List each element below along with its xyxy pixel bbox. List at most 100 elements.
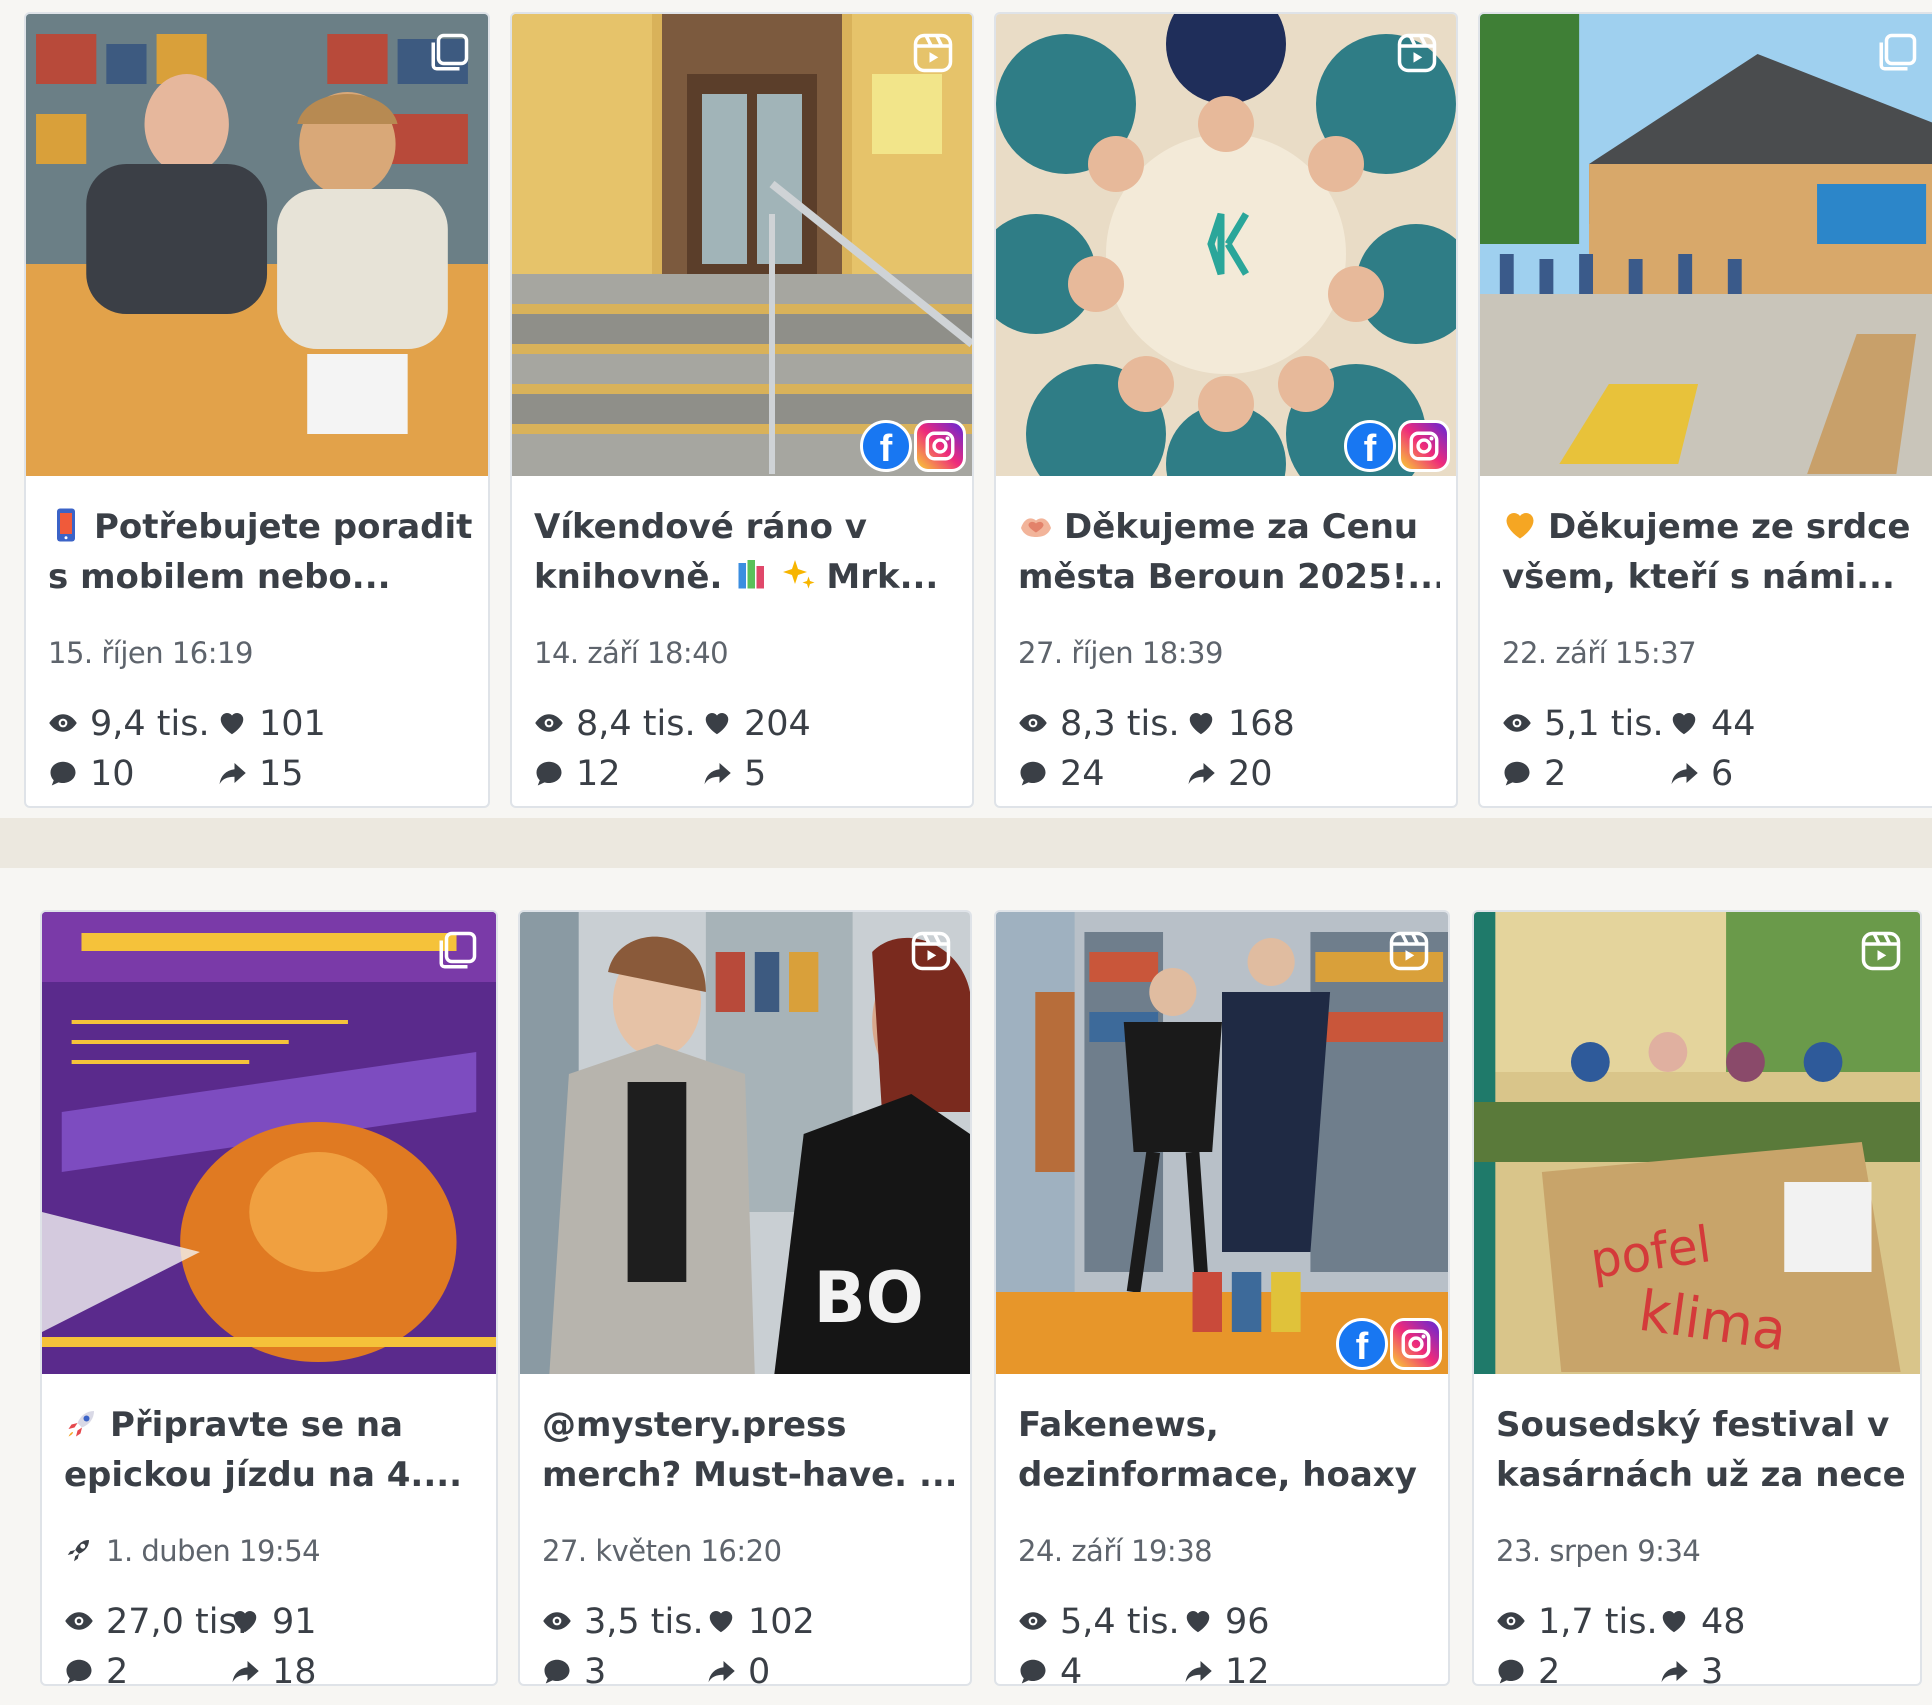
reel-icon bbox=[1396, 32, 1438, 74]
stat-shares-value: 3 bbox=[1701, 1652, 1724, 1686]
stat-likes-value: 101 bbox=[259, 704, 326, 744]
stat-comments-value: 10 bbox=[90, 754, 135, 794]
post-card[interactable]: Potřebujete poradit s mobilem nebo... 15. … bbox=[24, 12, 490, 808]
comment-icon bbox=[534, 754, 576, 794]
stat-likes-value: 48 bbox=[1701, 1602, 1746, 1642]
post-thumbnail[interactable] bbox=[26, 14, 488, 476]
stat-shares: 12 bbox=[1183, 1652, 1270, 1684]
post-date: 23. srpen 9:34 bbox=[1496, 1534, 1701, 1568]
caption-line: Připravte se na bbox=[64, 1400, 480, 1450]
stat-shares: 20 bbox=[1186, 754, 1273, 794]
post-caption[interactable]: Připravte se na epickou jízdu na 4.... bbox=[64, 1400, 480, 1500]
caption-line: všem, kteří s námi... bbox=[1502, 552, 1920, 602]
post-card[interactable]: Děkujeme ze srdce všem, kteří s námi... 22… bbox=[1478, 12, 1932, 808]
stat-views-value: 9,4 tis. bbox=[90, 704, 210, 744]
caption-line: Děkujeme za Cenu bbox=[1018, 502, 1440, 552]
caption-line: kasárnách už za necel... bbox=[1496, 1450, 1904, 1500]
posts-panel-top: Potřebujete poradit s mobilem nebo... 15. … bbox=[0, 0, 1932, 818]
stat-likes: 91 bbox=[230, 1602, 317, 1642]
stat-likes-value: 91 bbox=[272, 1602, 317, 1642]
facebook-icon: f bbox=[860, 420, 912, 472]
post-card[interactable]: Připravte se na epickou jízdu na 4.... 1. … bbox=[40, 910, 498, 1686]
caption-text: Mrk... bbox=[826, 557, 939, 597]
caption-text: epickou jízdu na 4.... bbox=[64, 1455, 463, 1495]
post-thumbnail[interactable]: BO bbox=[520, 912, 970, 1374]
caption-line: dezinformace, hoaxy ... bbox=[1018, 1450, 1432, 1500]
post-card[interactable]: f Fakenews, dezinformace, hoaxy ... 24. zář… bbox=[994, 910, 1450, 1686]
post-thumbnail[interactable]: f bbox=[512, 14, 972, 476]
caption-line: Sousedský festival v bbox=[1496, 1400, 1904, 1450]
post-thumbnail[interactable] bbox=[42, 912, 496, 1374]
caption-line: merch? Must-have. ... bbox=[542, 1450, 954, 1500]
svg-text:BO: BO bbox=[813, 1258, 923, 1339]
post-caption[interactable]: Fakenews, dezinformace, hoaxy ... bbox=[1018, 1400, 1432, 1500]
stat-comments: 2 bbox=[64, 1652, 128, 1684]
heart-icon bbox=[217, 704, 259, 744]
share-icon bbox=[230, 1652, 272, 1684]
caption-text: dezinformace, hoaxy ... bbox=[1018, 1455, 1432, 1495]
post-caption[interactable]: Sousedský festival v kasárnách už za nece… bbox=[1496, 1400, 1904, 1500]
post-thumbnail[interactable]: f bbox=[996, 14, 1456, 476]
heart-icon bbox=[1659, 1602, 1701, 1642]
post-date-text: 22. září 15:37 bbox=[1502, 636, 1697, 670]
stat-likes-value: 44 bbox=[1711, 704, 1756, 744]
post-date: 1. duben 19:54 bbox=[64, 1534, 321, 1568]
stat-comments-value: 24 bbox=[1060, 754, 1105, 794]
stat-comments: 24 bbox=[1018, 754, 1105, 794]
post-date: 14. září 18:40 bbox=[534, 636, 729, 670]
caption-line: města Beroun 2025!... bbox=[1018, 552, 1440, 602]
stat-shares-value: 15 bbox=[259, 754, 304, 794]
stat-views-value: 27,0 tis. bbox=[106, 1602, 248, 1642]
caption-line: s mobilem nebo... bbox=[48, 552, 472, 602]
post-caption[interactable]: Víkendové ráno v knihovně. Mrk... bbox=[534, 502, 956, 602]
posts-grid: Připravte se na epickou jízdu na 4.... 1. … bbox=[0, 868, 1932, 1705]
platform-badges: f bbox=[1336, 1318, 1442, 1370]
instagram-icon bbox=[914, 420, 966, 472]
post-card[interactable]: pofel klima Sousedský festival v kasárnách … bbox=[1472, 910, 1922, 1686]
post-card[interactable]: f Víkendové ráno v knihovně. Mrk... 14. září… bbox=[510, 12, 974, 808]
heart-icon bbox=[706, 1602, 748, 1642]
stat-likes: 48 bbox=[1659, 1602, 1746, 1642]
caption-text: Sousedský festival v bbox=[1496, 1405, 1890, 1445]
stat-views: 8,4 tis. bbox=[534, 704, 696, 744]
heart-icon bbox=[1183, 1602, 1225, 1642]
heart-icon bbox=[1186, 704, 1228, 744]
post-caption[interactable]: Děkujeme ze srdce všem, kteří s námi... bbox=[1502, 502, 1920, 602]
stat-shares-value: 18 bbox=[272, 1652, 317, 1686]
share-icon bbox=[706, 1652, 748, 1684]
stat-views: 27,0 tis. bbox=[64, 1602, 248, 1642]
post-card[interactable]: f Děkujeme za Cenu města Beroun 2025!... 27… bbox=[994, 12, 1458, 808]
stat-views-value: 1,7 tis. bbox=[1538, 1602, 1658, 1642]
caption-text: Děkujeme ze srdce bbox=[1548, 507, 1911, 547]
stat-likes-value: 168 bbox=[1228, 704, 1295, 744]
post-card[interactable]: BO @mystery.press merch? Must-have. ... 27.… bbox=[518, 910, 972, 1686]
stat-views-value: 5,1 tis. bbox=[1544, 704, 1664, 744]
eye-icon bbox=[542, 1602, 584, 1642]
post-date-text: 1. duben 19:54 bbox=[106, 1534, 321, 1568]
caption-line: knihovně. Mrk... bbox=[534, 552, 956, 602]
eye-icon bbox=[64, 1602, 106, 1642]
stat-shares: 18 bbox=[230, 1652, 317, 1686]
stat-likes: 168 bbox=[1186, 704, 1295, 744]
heart-hands-emoji bbox=[1018, 507, 1054, 543]
eye-icon bbox=[1018, 1602, 1060, 1642]
post-caption[interactable]: @mystery.press merch? Must-have. ... bbox=[542, 1400, 954, 1500]
post-caption[interactable]: Potřebujete poradit s mobilem nebo... bbox=[48, 502, 472, 602]
eye-icon bbox=[1496, 1602, 1538, 1642]
rocket-icon bbox=[64, 1535, 94, 1565]
stat-comments: 4 bbox=[1018, 1652, 1082, 1684]
mobile-phone-emoji bbox=[48, 507, 84, 543]
carousel-icon bbox=[428, 32, 470, 74]
post-thumbnail[interactable]: pofel klima bbox=[1474, 912, 1920, 1374]
caption-line: @mystery.press bbox=[542, 1400, 954, 1450]
post-thumbnail[interactable] bbox=[1480, 14, 1932, 476]
post-thumbnail[interactable]: f bbox=[996, 912, 1448, 1374]
reel-icon bbox=[910, 930, 952, 972]
caption-line: Děkujeme ze srdce bbox=[1502, 502, 1920, 552]
caption-text: merch? Must-have. ... bbox=[542, 1455, 954, 1495]
comment-icon bbox=[1018, 754, 1060, 794]
heart-icon bbox=[1669, 704, 1711, 744]
post-caption[interactable]: Děkujeme za Cenu města Beroun 2025!... bbox=[1018, 502, 1440, 602]
reel-icon bbox=[912, 32, 954, 74]
comment-icon bbox=[64, 1652, 106, 1684]
